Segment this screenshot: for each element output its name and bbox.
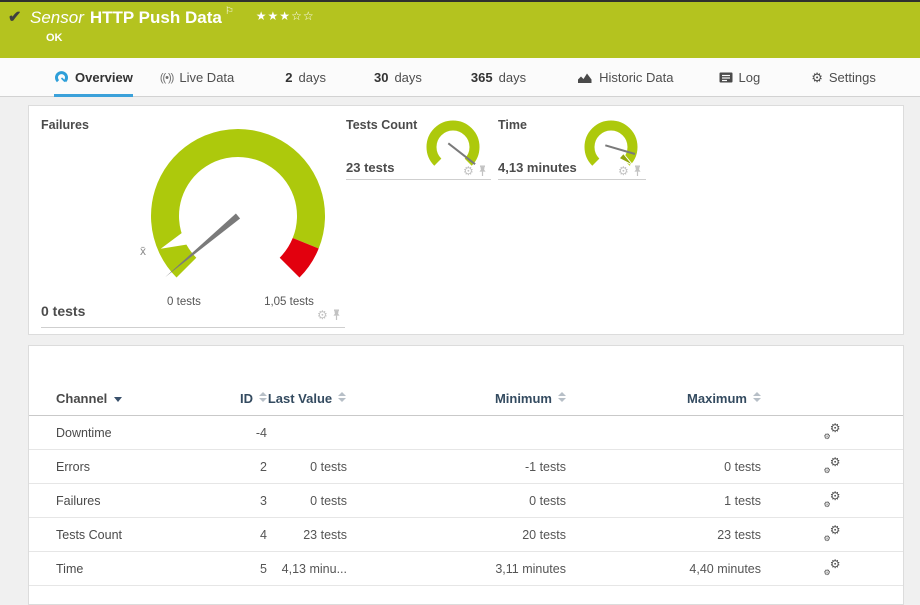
failures-block-actions: ⚙ — [317, 309, 341, 321]
channel-last-value: 4,13 minu... — [282, 562, 347, 576]
gauge-settings-icon[interactable]: ⚙ — [463, 166, 474, 176]
channel-id: 3 — [260, 494, 267, 508]
sort-icon — [753, 392, 761, 402]
column-header-minimum[interactable]: Minimum — [347, 391, 566, 407]
tests-count-current-value: 23 tests — [346, 160, 394, 175]
sort-icon — [558, 392, 566, 402]
gauge-title-tests-count: Tests Count — [346, 118, 417, 132]
table-body: Downtime -4 ⚙ ⚙ Errors 2 0 tests -1 test… — [29, 416, 903, 586]
channel-maximum: 23 tests — [717, 528, 761, 542]
table-row: Tests Count 4 23 tests 20 tests 23 tests… — [29, 518, 903, 552]
channel-id: 5 — [260, 562, 267, 576]
tab-log[interactable]: Log — [719, 58, 761, 97]
flag-icon[interactable]: ⚐ — [225, 6, 234, 17]
channel-name: Downtime — [56, 426, 112, 440]
channel-name: Time — [56, 562, 83, 576]
channel-minimum: -1 tests — [525, 460, 566, 474]
channel-id: 4 — [260, 528, 267, 542]
time-current-value: 4,13 minutes — [498, 160, 577, 175]
divider — [498, 179, 646, 180]
channel-name: Tests Count — [56, 528, 122, 542]
live-data-icon: ((•)) — [160, 72, 174, 84]
failures-current-value: 0 tests — [41, 303, 85, 319]
gauge-settings-icon[interactable]: ⚙ — [618, 166, 629, 176]
column-header-channel[interactable]: Channel — [29, 391, 209, 407]
table-row: Downtime -4 ⚙ ⚙ — [29, 416, 903, 450]
channel-maximum: 1 tests — [724, 494, 761, 508]
historic-chart-icon — [577, 72, 593, 84]
time-block-actions: ⚙ — [618, 165, 642, 177]
channel-settings-icon[interactable]: ⚙ ⚙ — [824, 560, 841, 575]
channels-table-panel: Channel ID Last Value Minimum Maximum Do… — [28, 345, 904, 605]
channel-settings-icon[interactable]: ⚙ ⚙ — [824, 526, 841, 541]
channel-last-value: 0 tests — [310, 494, 347, 508]
sort-icon — [338, 392, 346, 402]
tests-count-block-actions: ⚙ — [463, 165, 487, 177]
failures-gauge: x̄ — [138, 112, 338, 312]
gauge-title-time: Time — [498, 118, 527, 132]
tab-settings[interactable]: ⚙ Settings — [811, 58, 876, 97]
channel-settings-icon[interactable]: ⚙ ⚙ — [824, 492, 841, 507]
gauge-icon — [54, 70, 69, 85]
gauges-panel: Failures x̄ 0 tests 1,05 tests 0 tests ⚙… — [28, 105, 904, 335]
table-row: Errors 2 0 tests -1 tests 0 tests ⚙ ⚙ — [29, 450, 903, 484]
tab-live-data[interactable]: ((•)) Live Data — [160, 58, 234, 97]
tab-overview[interactable]: Overview — [54, 58, 133, 97]
priority-stars[interactable]: ★★★☆☆ — [256, 9, 315, 23]
table-row: Failures 3 0 tests 0 tests 1 tests ⚙ ⚙ — [29, 484, 903, 518]
channel-last-value: 0 tests — [310, 460, 347, 474]
tab-bar: Overview ((•)) Live Data 2 days 30 days … — [0, 58, 920, 97]
channel-last-value: 23 tests — [303, 528, 347, 542]
channel-settings-icon[interactable]: ⚙ ⚙ — [824, 424, 841, 439]
channel-id: -4 — [256, 426, 267, 440]
divider — [346, 179, 491, 180]
page-title: HTTP Push Data — [90, 8, 222, 27]
channel-name: Failures — [56, 494, 100, 508]
channel-minimum: 20 tests — [522, 528, 566, 542]
gauge-settings-icon[interactable]: ⚙ — [317, 310, 328, 320]
channel-minimum: 0 tests — [529, 494, 566, 508]
pin-icon[interactable] — [478, 165, 487, 177]
pin-icon[interactable] — [633, 165, 642, 177]
channel-maximum: 4,40 minutes — [689, 562, 761, 576]
tab-historic-data[interactable]: Historic Data — [577, 58, 673, 97]
column-header-id[interactable]: ID — [209, 391, 267, 407]
column-header-last-value[interactable]: Last Value — [267, 391, 347, 407]
average-marker-label: x̄ — [140, 244, 146, 258]
table-header-row: Channel ID Last Value Minimum Maximum — [29, 346, 903, 416]
tab-365-days[interactable]: 365 days — [471, 58, 526, 97]
column-header-maximum[interactable]: Maximum — [566, 391, 761, 407]
channel-name: Errors — [56, 460, 90, 474]
object-kind-label: Sensor — [30, 8, 84, 27]
log-list-icon — [719, 72, 733, 83]
tab-30-days[interactable]: 30 days — [374, 58, 422, 97]
status-check-icon: ✔ — [8, 7, 21, 27]
gauge-scale-max: 1,05 tests — [264, 296, 314, 308]
sort-icon — [259, 392, 267, 402]
tab-2-days[interactable]: 2 days — [285, 58, 326, 97]
table-row: Time 5 4,13 minu... 3,11 minutes 4,40 mi… — [29, 552, 903, 586]
channel-maximum: 0 tests — [724, 460, 761, 474]
channel-settings-icon[interactable]: ⚙ ⚙ — [824, 458, 841, 473]
gauge-title-failures: Failures — [41, 118, 89, 132]
pin-icon[interactable] — [332, 309, 341, 321]
channel-minimum: 3,11 minutes — [495, 562, 566, 576]
gauge-scale-min: 0 tests — [167, 296, 201, 308]
status-badge: OK — [46, 32, 63, 44]
settings-gear-icon: ⚙ — [811, 70, 823, 86]
divider — [41, 327, 345, 328]
channel-id: 2 — [260, 460, 267, 474]
sort-desc-icon — [114, 397, 122, 402]
sensor-header: ✔ Sensor HTTP Push Data⚐ ★★★☆☆ OK — [0, 2, 920, 58]
